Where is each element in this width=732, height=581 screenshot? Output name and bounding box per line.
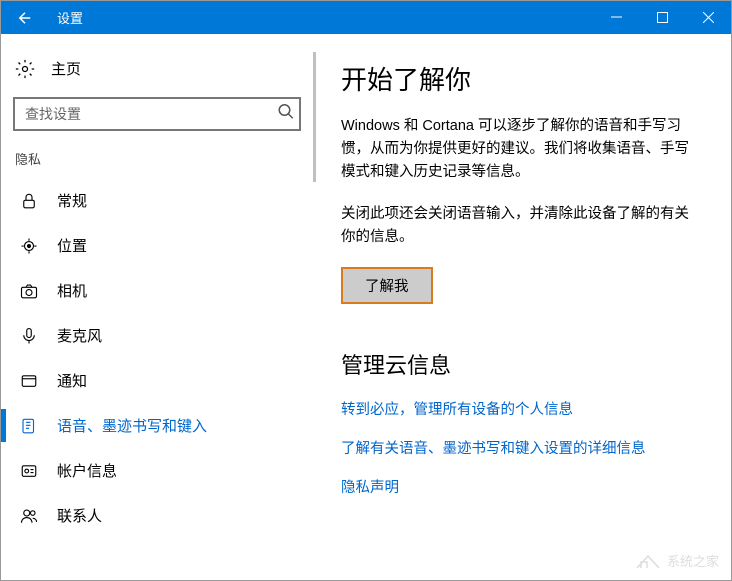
close-button[interactable] [685,1,731,34]
speech-icon [19,417,39,435]
close-icon [703,12,714,23]
sidebar-item-notifications[interactable]: 通知 [11,358,303,403]
window-title: 设置 [57,8,83,27]
home-row[interactable]: 主页 [11,50,303,93]
scrollbar[interactable] [313,52,316,182]
sidebar-item-label: 麦克风 [57,325,102,346]
arrow-left-icon [16,9,34,27]
back-button[interactable] [1,1,49,34]
sidebar-item-label: 常规 [57,190,87,211]
location-icon [19,237,39,255]
sidebar-item-contacts[interactable]: 联系人 [11,493,303,538]
know-me-button[interactable]: 了解我 [341,267,433,304]
link-learn-more[interactable]: 了解有关语音、墨迹书写和键入设置的详细信息 [341,437,703,458]
sidebar-item-account-info[interactable]: 帐户信息 [11,448,303,493]
sidebar: 主页 隐私 常规 位置 相机 麦克风 通知 语音、墨迹书写和键入 [1,34,313,580]
sidebar-item-general[interactable]: 常规 [11,178,303,223]
titlebar: 设置 [1,1,731,34]
section-label: 隐私 [11,149,303,178]
description-2: 关闭此项还会关闭语音输入，并清除此设备了解的有关你的信息。 [341,203,703,249]
sidebar-item-speech-inking-typing[interactable]: 语音、墨迹书写和键入 [11,403,303,448]
maximize-icon [657,12,668,23]
content-area: 主页 隐私 常规 位置 相机 麦克风 通知 语音、墨迹书写和键入 [1,34,731,580]
page-heading: 开始了解你 [341,60,703,97]
notification-icon [19,372,39,390]
gear-icon [15,59,35,79]
description-1: Windows 和 Cortana 可以逐步了解你的语音和手写习惯，从而为你提供… [341,115,703,185]
watermark-text: 系统之家 [667,551,719,570]
watermark-icon [635,550,661,570]
camera-icon [19,282,39,300]
minimize-button[interactable] [593,1,639,34]
search-icon[interactable] [277,103,295,126]
sidebar-item-label: 位置 [57,235,87,256]
account-icon [19,462,39,480]
lock-icon [19,192,39,210]
watermark: 系统之家 [635,550,719,570]
sidebar-item-location[interactable]: 位置 [11,223,303,268]
sidebar-item-label: 联系人 [57,505,102,526]
sidebar-item-label: 相机 [57,280,87,301]
search-wrap [13,97,301,131]
window-controls [593,1,731,34]
microphone-icon [19,327,39,345]
link-bing[interactable]: 转到必应，管理所有设备的个人信息 [341,398,703,419]
sidebar-item-label: 语音、墨迹书写和键入 [57,415,207,436]
section-heading: 管理云信息 [341,348,703,380]
link-privacy[interactable]: 隐私声明 [341,476,703,497]
home-label: 主页 [51,58,81,79]
maximize-button[interactable] [639,1,685,34]
sidebar-item-camera[interactable]: 相机 [11,268,303,313]
sidebar-item-microphone[interactable]: 麦克风 [11,313,303,358]
contacts-icon [19,507,39,525]
search-input[interactable] [13,97,301,131]
sidebar-item-label: 通知 [57,370,87,391]
main-panel: 开始了解你 Windows 和 Cortana 可以逐步了解你的语音和手写习惯，… [313,34,731,580]
minimize-icon [611,12,622,23]
sidebar-item-label: 帐户信息 [57,460,117,481]
